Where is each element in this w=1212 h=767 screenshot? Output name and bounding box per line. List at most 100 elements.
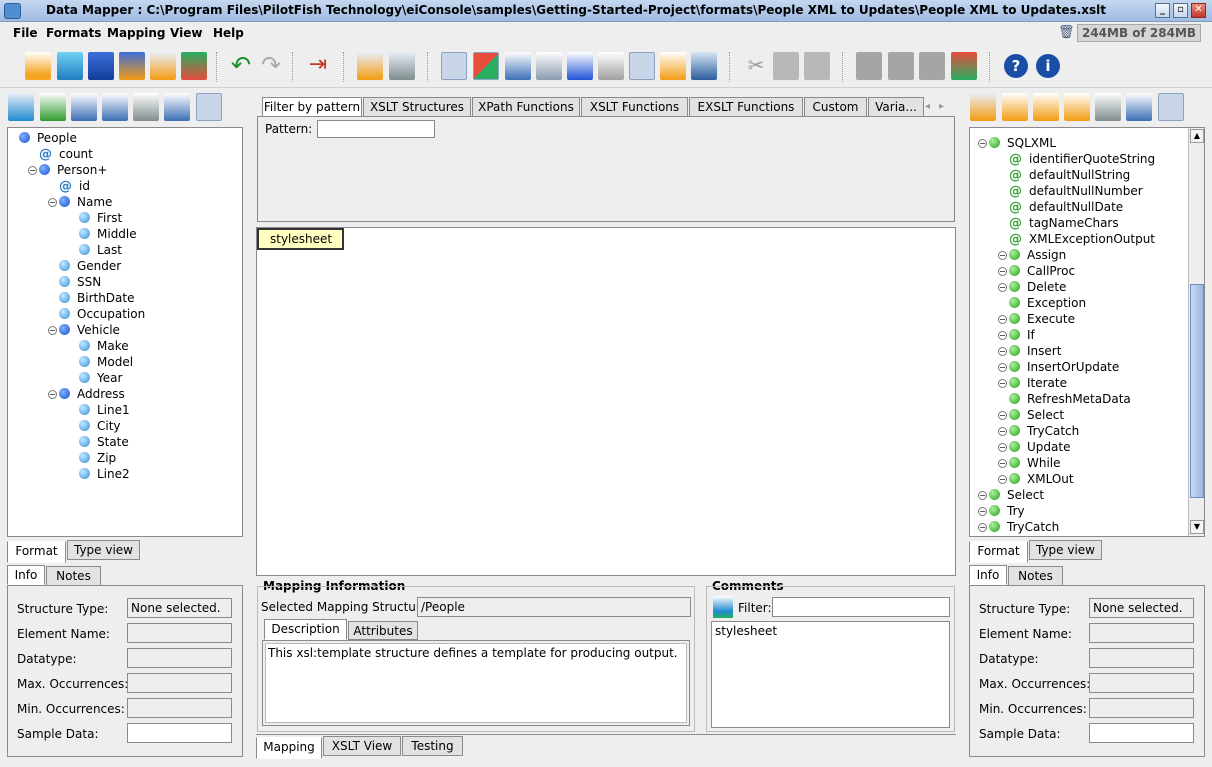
scroll-thumb[interactable] [1190, 284, 1204, 498]
expand-toggle-icon[interactable]: − [998, 363, 1007, 372]
edit-right-icon[interactable] [1126, 93, 1152, 121]
tree-node[interactable]: BirthDate [59, 290, 135, 306]
tree-node[interactable]: @ identifierQuoteString [1009, 151, 1155, 167]
expand-toggle-icon[interactable]: − [998, 315, 1007, 324]
expand-toggle-icon[interactable]: − [48, 198, 57, 207]
tree-node[interactable]: @ count [39, 146, 93, 162]
tree-node[interactable]: Person+ [39, 162, 107, 178]
tab-info-left[interactable]: Info [7, 565, 45, 585]
align-left-icon[interactable] [856, 52, 882, 80]
tab-scroll-right-icon[interactable]: ▸ [939, 99, 951, 115]
align-center-icon[interactable] [888, 52, 914, 80]
tree-node[interactable]: Select [989, 487, 1044, 503]
expand-toggle-icon[interactable]: − [998, 347, 1007, 356]
settings-icon[interactable] [389, 52, 415, 80]
tree-node[interactable]: Model [79, 354, 133, 370]
menu-view[interactable]: View [170, 26, 202, 40]
tree-node[interactable]: Line2 [79, 466, 130, 482]
tree-node[interactable]: @ tagNameChars [1009, 215, 1119, 231]
tab-xslt-functions[interactable]: XSLT Functions [581, 97, 688, 117]
tab-testing[interactable]: Testing [402, 736, 463, 756]
add-structure-icon[interactable] [357, 52, 383, 80]
tab-xpath-functions[interactable]: XPath Functions [472, 97, 580, 117]
expand-toggle-icon[interactable]: − [998, 267, 1007, 276]
cut-icon[interactable]: ✂ [743, 52, 769, 80]
tab-mapping[interactable]: Mapping [256, 737, 322, 759]
tree-node[interactable]: Execute [1009, 311, 1075, 327]
tab-format-left[interactable]: Format [7, 541, 66, 563]
tab-attributes[interactable]: Attributes [348, 621, 418, 640]
tree-node[interactable]: While [1009, 455, 1061, 471]
search-right-icon[interactable] [1095, 93, 1121, 121]
comments-filter-input[interactable] [772, 597, 950, 617]
database-icon[interactable] [691, 52, 717, 80]
tree-scrollbar[interactable]: ▲ ▼ [1188, 128, 1204, 536]
layers-icon[interactable] [951, 52, 977, 80]
tree-node[interactable]: City [79, 418, 121, 434]
tab-xslt-view[interactable]: XSLT View [323, 736, 401, 756]
expand-toggle-icon[interactable]: − [28, 166, 37, 175]
new-file-icon[interactable] [25, 52, 51, 80]
refresh-icon[interactable] [181, 52, 207, 80]
tree-node[interactable]: Try [989, 503, 1025, 519]
expand-toggle-icon[interactable]: − [998, 427, 1007, 436]
tree-node[interactable]: SSN [59, 274, 101, 290]
info-field[interactable] [1089, 723, 1194, 743]
tree-node[interactable]: Line1 [79, 402, 130, 418]
view-toggle-icon[interactable] [196, 93, 222, 121]
tree-node[interactable]: Make [79, 338, 129, 354]
scroll-up-icon[interactable]: ▲ [1190, 129, 1204, 143]
exit-icon[interactable]: ⇥ [305, 52, 331, 80]
maximize-button[interactable]: ▫ [1173, 3, 1188, 18]
expand-toggle-icon[interactable]: − [998, 443, 1007, 452]
expand-toggle-icon[interactable]: − [978, 139, 987, 148]
tab-filter-by-pattern[interactable]: Filter by pattern [262, 97, 362, 117]
expand-toggle-icon[interactable]: − [978, 491, 987, 500]
save-icon[interactable] [88, 52, 114, 80]
tools-right-icon[interactable] [1002, 93, 1028, 121]
save-as-icon[interactable] [119, 52, 145, 80]
search-icon[interactable] [133, 93, 159, 121]
tree-node[interactable]: @ defaultNullString [1009, 167, 1130, 183]
tools-icon[interactable] [40, 93, 66, 121]
tree-node[interactable]: Insert [1009, 343, 1061, 359]
document-right-icon[interactable] [1033, 93, 1059, 121]
tree-node[interactable]: @ defaultNullDate [1009, 199, 1123, 215]
menu-mapping[interactable]: Mapping [107, 26, 165, 40]
open-folder-icon[interactable] [57, 52, 83, 80]
paste-icon[interactable] [804, 52, 830, 80]
tree-node[interactable]: Address [59, 386, 125, 402]
expand-toggle-icon[interactable]: − [998, 475, 1007, 484]
view-toggle-right-icon[interactable] [1158, 93, 1184, 121]
list-view-icon[interactable] [505, 52, 531, 80]
tab-variables[interactable]: Varia... [868, 97, 924, 117]
redo-icon[interactable]: ↷ [258, 52, 284, 80]
tree-node[interactable]: XMLOut [1009, 471, 1074, 487]
tab-type-view-left[interactable]: Type view [67, 540, 140, 560]
expand-toggle-icon[interactable]: − [998, 459, 1007, 468]
expand-toggle-icon[interactable]: − [998, 283, 1007, 292]
tree-node[interactable]: Select [1009, 407, 1064, 423]
list-icon[interactable] [102, 93, 128, 121]
tab-description[interactable]: Description [264, 619, 347, 640]
tab-custom[interactable]: Custom [804, 97, 867, 117]
tab-exslt-functions[interactable]: EXSLT Functions [689, 97, 803, 117]
import-format-icon[interactable] [8, 93, 34, 121]
expand-toggle-icon[interactable]: − [998, 379, 1007, 388]
expand-toggle-icon[interactable]: − [998, 251, 1007, 260]
tree-node[interactable]: If [1009, 327, 1035, 343]
mapping-node-stylesheet[interactable]: stylesheet [257, 228, 344, 250]
tree-node[interactable]: CallProc [1009, 263, 1075, 279]
tree-node[interactable]: Iterate [1009, 375, 1067, 391]
edit-icon[interactable] [164, 93, 190, 121]
scroll-down-icon[interactable]: ▼ [1190, 520, 1204, 534]
tree-node[interactable]: People [19, 130, 77, 146]
tree-node[interactable]: SQLXML [989, 135, 1056, 151]
garbage-collect-icon[interactable]: 🗑 [1058, 25, 1075, 40]
save-structure-icon[interactable] [567, 52, 593, 80]
menu-file[interactable]: File [13, 26, 38, 40]
color-toggle-icon[interactable] [473, 52, 499, 80]
tree-node[interactable]: Gender [59, 258, 121, 274]
tree-node[interactable]: RefreshMetaData [1009, 391, 1131, 407]
tree-node[interactable]: @ defaultNullNumber [1009, 183, 1143, 199]
